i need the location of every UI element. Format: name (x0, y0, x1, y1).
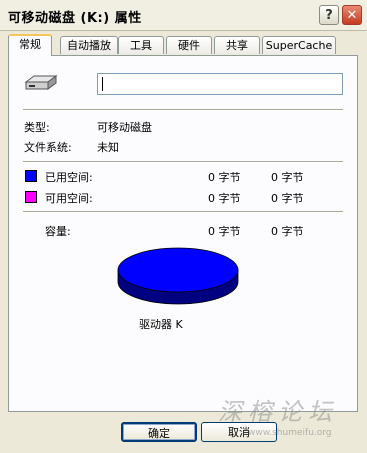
filesystem-label: 文件系统: (24, 141, 72, 154)
text-caret (102, 77, 103, 91)
capacity-label: 容量: (45, 225, 71, 238)
close-icon: ✕ (346, 8, 358, 23)
free-space-bytes: 0 字节 (208, 192, 241, 205)
separator (23, 161, 343, 163)
type-value: 可移动磁盘 (97, 121, 152, 134)
tab-hardware[interactable]: 硬件 (166, 36, 212, 54)
tab-tools[interactable]: 工具 (118, 36, 164, 54)
title-bar[interactable]: 可移动磁盘 (K:) 属性 ? ✕ (0, 0, 367, 31)
tab-strip: 常规 自动播放 工具 硬件 共享 SuperCache (8, 34, 358, 56)
general-panel: 类型: 可移动磁盘 文件系统: 未知 已用空间: 0 字节 0 字节 可用空间:… (8, 55, 358, 412)
used-space-bytes: 0 字节 (208, 171, 241, 184)
free-space-size: 0 字节 (271, 192, 304, 205)
window-title: 可移动磁盘 (K:) 属性 (8, 11, 142, 26)
type-label: 类型: (24, 121, 50, 134)
filesystem-value: 未知 (97, 141, 119, 154)
tab-supercache[interactable]: SuperCache (262, 36, 336, 54)
ok-button[interactable]: 确定 (121, 422, 197, 442)
forum-watermark: 深榕论坛 www.shumeifu.org (218, 392, 358, 442)
tab-sharing[interactable]: 共享 (214, 36, 260, 54)
watermark-text: 深榕论坛 (218, 398, 338, 426)
separator (23, 109, 343, 111)
help-icon: ? (325, 8, 333, 23)
used-space-swatch (25, 170, 37, 182)
tab-general[interactable]: 常规 (8, 34, 52, 56)
used-space-label: 已用空间: (45, 171, 93, 184)
separator (23, 211, 343, 213)
close-button[interactable]: ✕ (342, 5, 362, 25)
free-space-swatch (25, 191, 37, 203)
free-space-label: 可用空间: (45, 192, 93, 205)
capacity-bytes: 0 字节 (208, 225, 241, 238)
removable-drive-icon (24, 75, 58, 90)
used-space-size: 0 字节 (271, 171, 304, 184)
capacity-size: 0 字节 (271, 225, 304, 238)
volume-name-input[interactable] (97, 73, 343, 95)
help-button[interactable]: ? (319, 5, 339, 25)
tab-autoplay[interactable]: 自动播放 (60, 36, 118, 54)
disk-usage-pie (117, 247, 239, 305)
drive-label: 驱动器 K (139, 318, 183, 331)
watermark-url: www.shumeifu.org (248, 428, 332, 438)
